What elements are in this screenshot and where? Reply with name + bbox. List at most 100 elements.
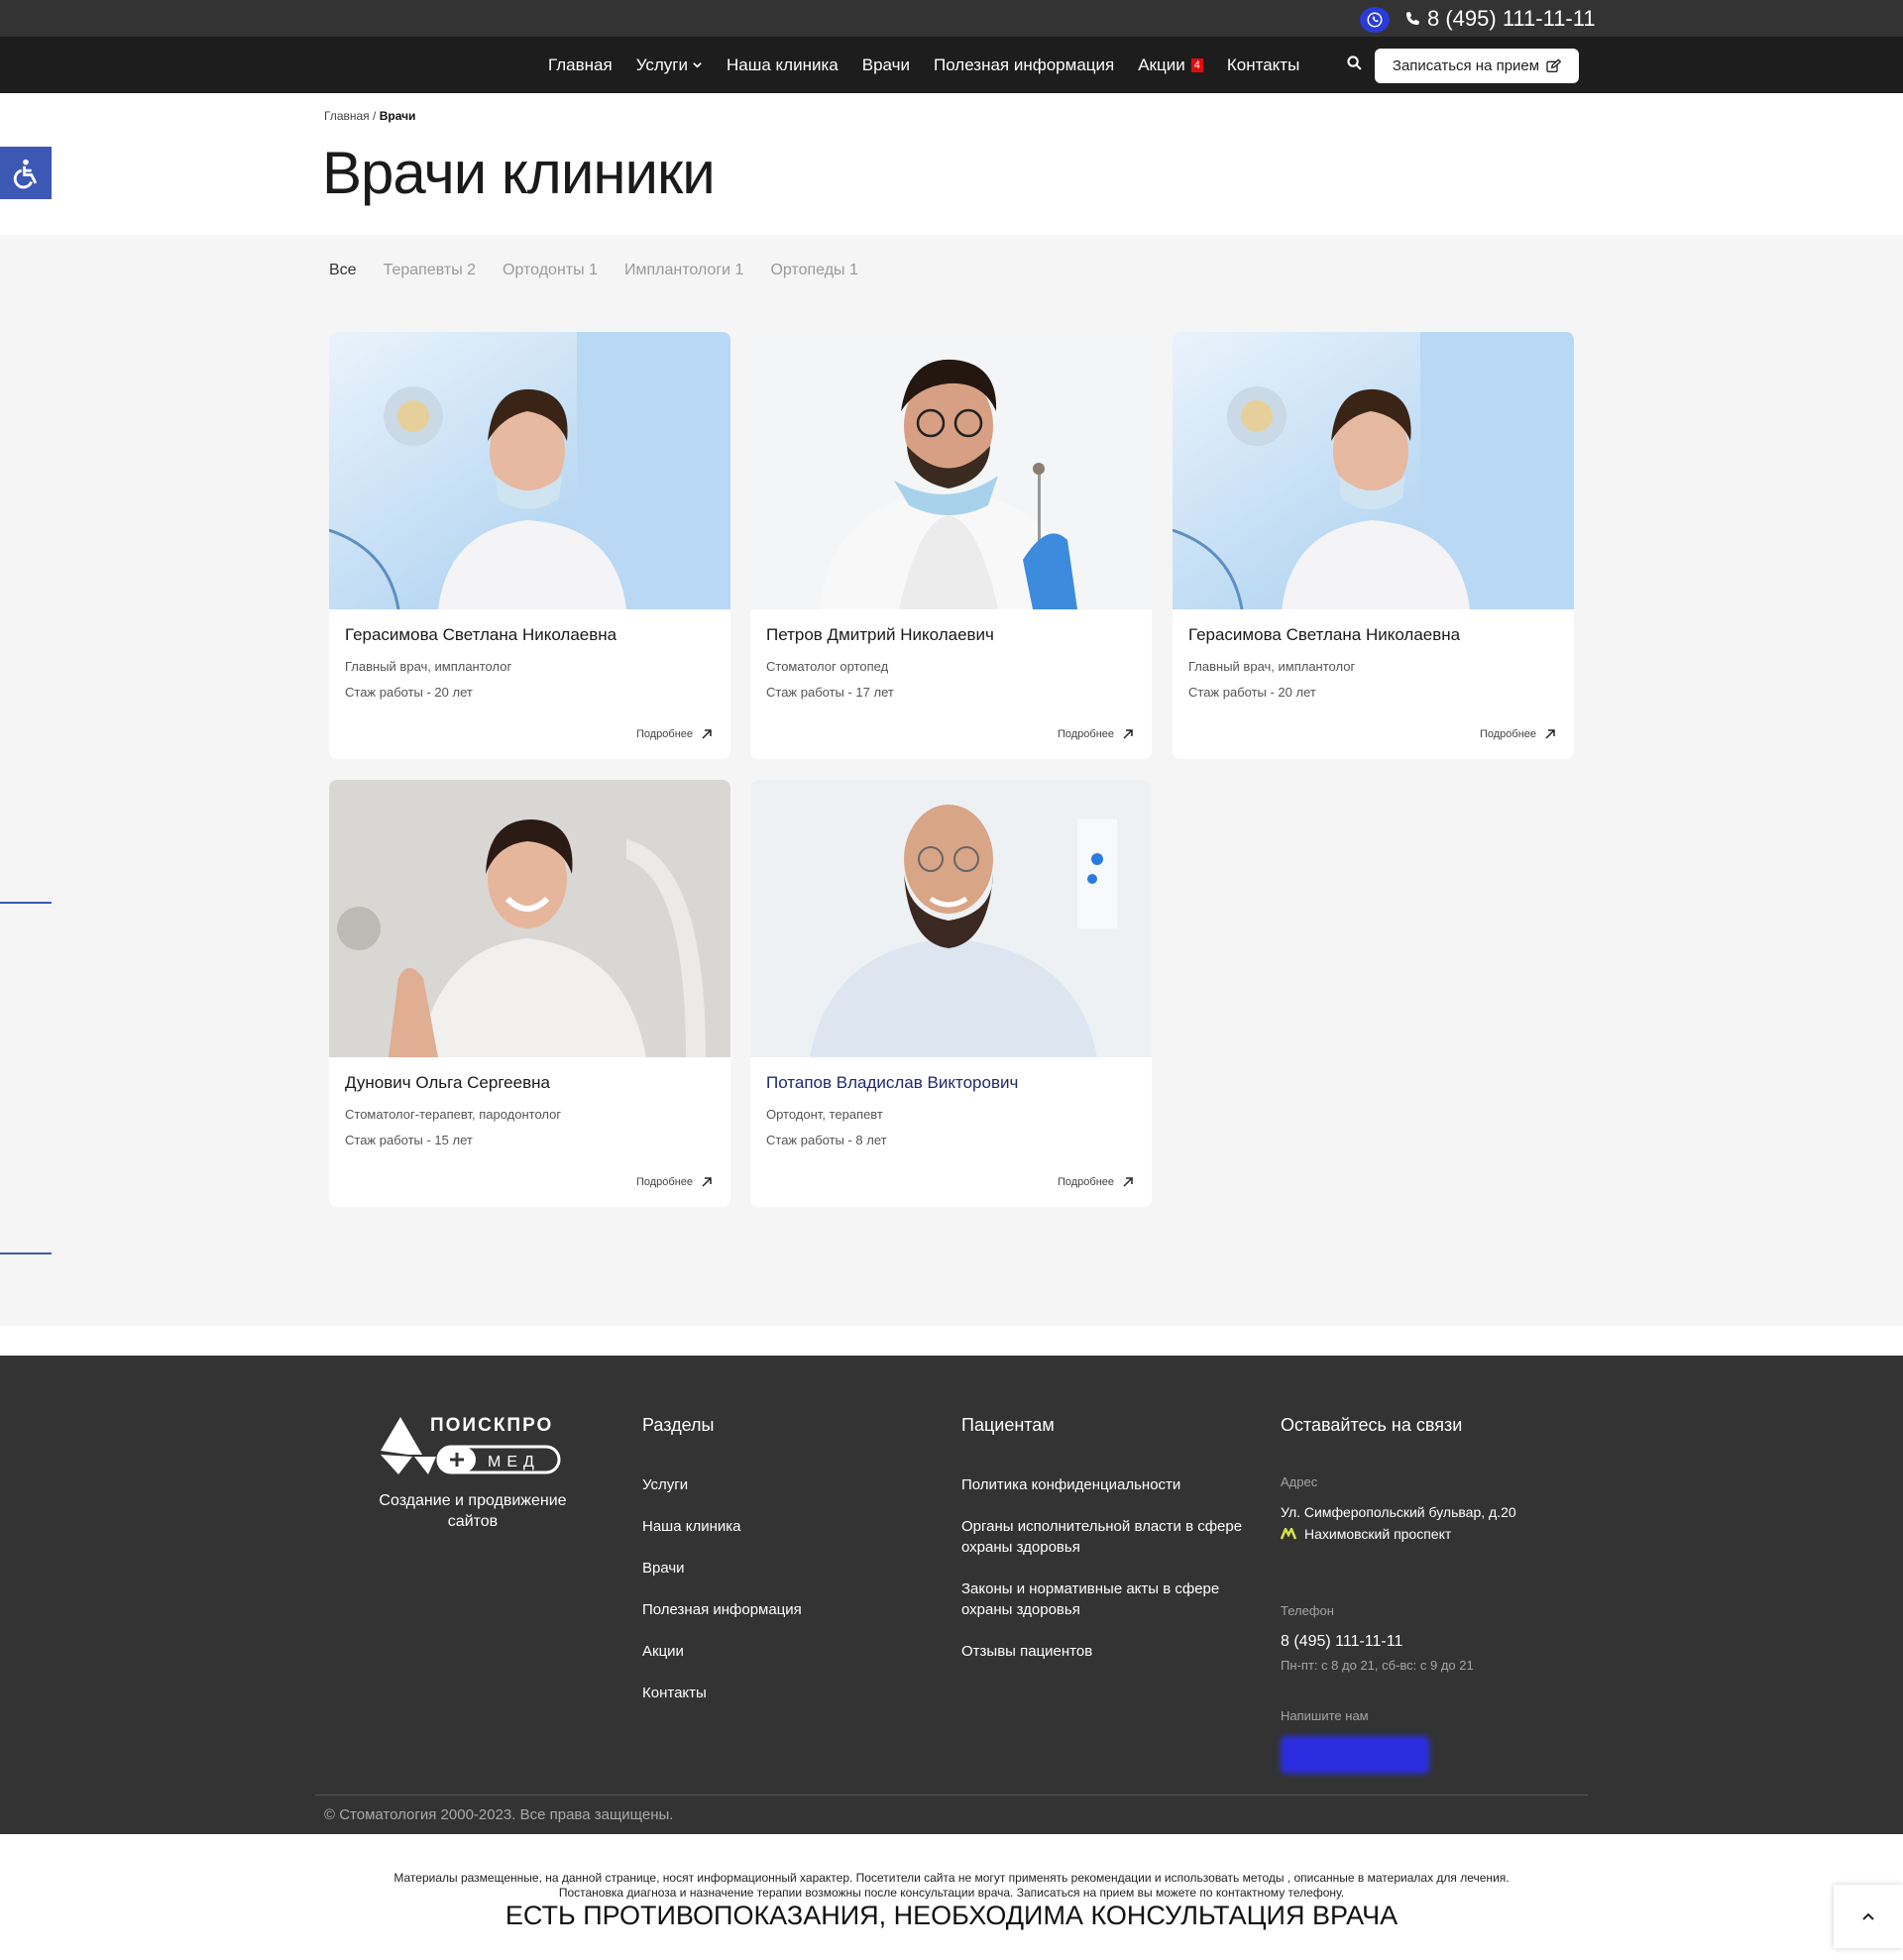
- edit-icon: [1546, 57, 1562, 72]
- working-hours: Пн-пт: с 8 до 21, сб-вс: с 9 до 21: [1281, 1658, 1474, 1673]
- nav-item-home[interactable]: Главная: [548, 55, 613, 75]
- doctor-card[interactable]: Дунович Ольга Сергеевна Стоматолог-терап…: [329, 780, 730, 1207]
- doctor-experience: Стаж работы - 8 лет: [766, 1133, 887, 1147]
- write-us-label: Напишите нам: [1281, 1708, 1369, 1723]
- doctor-name[interactable]: Герасимова Светлана Николаевна: [1188, 625, 1460, 645]
- side-divider-line: [0, 902, 52, 904]
- metro-icon: [1281, 1528, 1296, 1540]
- metro-station: Нахимовский проспект: [1281, 1526, 1451, 1542]
- breadcrumb-home[interactable]: Главная: [324, 109, 370, 123]
- nav-item-label: Акции: [1138, 54, 1185, 74]
- arrow-up-right-icon: [1123, 729, 1133, 739]
- doctor-role: Стоматолог-терапевт, пародонтолог: [345, 1107, 562, 1122]
- footer-link-reviews[interactable]: Отзывы пациентов: [961, 1641, 1269, 1662]
- logo-sub: МЕД: [488, 1454, 540, 1470]
- arrow-up-right-icon: [1123, 1177, 1133, 1187]
- doctor-more-link[interactable]: Подробнее: [636, 1176, 713, 1188]
- chevron-up-icon: [1862, 1912, 1874, 1920]
- promo-count-badge: 4: [1190, 57, 1203, 72]
- doctor-photo: [329, 780, 730, 1057]
- more-link-label: Подробнее: [635, 1176, 693, 1188]
- doctor-card[interactable]: Потапов Владислав Викторович Ортодонт, т…: [750, 780, 1152, 1207]
- footer-link-authorities[interactable]: Органы исполнительной власти в сфере охр…: [961, 1516, 1269, 1558]
- footer-divider: [315, 1795, 1588, 1796]
- accessibility-button[interactable]: [0, 147, 52, 199]
- footer-sections-title: Разделы: [642, 1415, 715, 1435]
- arrow-up-right-icon: [702, 729, 712, 739]
- doctor-name[interactable]: Потапов Владислав Викторович: [766, 1073, 1018, 1093]
- top-bar: 8 (495) 111-11-11: [0, 0, 1903, 37]
- filter-tab-implantologists[interactable]: Имплантологи 1: [624, 262, 743, 279]
- disclaimer-line: Постановка диагноза и назначение терапии…: [558, 1886, 1345, 1900]
- nav-menu: Главная Услуги Наша клиника Врачи Полезн…: [548, 37, 1323, 93]
- medical-disclaimer: Материалы размещенные, на данной страниц…: [0, 1871, 1903, 1901]
- filter-tab-therapists[interactable]: Терапевты 2: [384, 262, 476, 279]
- breadcrumb: Главная / Врачи: [324, 109, 415, 123]
- site-footer: ПОИСКПРО МЕД Создание и продвижение сайт…: [0, 1356, 1903, 1834]
- whatsapp-chat-button[interactable]: [1281, 1736, 1429, 1774]
- footer-tagline: Создание и продвижение сайтов: [379, 1492, 567, 1530]
- nav-item-promotions[interactable]: Акции 4: [1138, 55, 1203, 75]
- chevron-down-icon: [693, 62, 702, 68]
- footer-link-privacy[interactable]: Политика конфиденциальности: [961, 1474, 1269, 1495]
- doctor-more-link[interactable]: Подробнее: [1058, 728, 1134, 740]
- scroll-to-top-button[interactable]: [1834, 1885, 1903, 1948]
- footer-logo[interactable]: ПОИСКПРО МЕД: [379, 1411, 562, 1481]
- breadcrumb-separator: /: [373, 109, 377, 123]
- doctor-more-link[interactable]: Подробнее: [1480, 728, 1556, 740]
- side-divider-line: [0, 1252, 52, 1254]
- footer-link-clinic[interactable]: Наша клиника: [642, 1516, 740, 1537]
- doctor-role: Главный врач, имплантолог: [1188, 659, 1356, 674]
- footer-link-doctors[interactable]: Врачи: [642, 1558, 685, 1579]
- footer-contact-title: Оставайтесь на связи: [1281, 1415, 1463, 1435]
- metro-name: Нахимовский проспект: [1304, 1526, 1452, 1542]
- page-title: Врачи клиники: [322, 140, 716, 206]
- nav-item-clinic[interactable]: Наша клиника: [727, 55, 839, 75]
- header-phone-number[interactable]: 8 (495) 111-11-11: [1427, 6, 1596, 32]
- main-nav: Главная Услуги Наша клиника Врачи Полезн…: [0, 37, 1903, 93]
- footer-link-contacts[interactable]: Контакты: [642, 1683, 707, 1703]
- doctor-name[interactable]: Дунович Ольга Сергеевна: [345, 1073, 550, 1093]
- book-appointment-label: Записаться на прием: [1392, 57, 1540, 74]
- footer-link-promotions[interactable]: Акции: [642, 1641, 684, 1662]
- wheelchair-icon: [13, 159, 38, 188]
- doctor-experience: Стаж работы - 15 лет: [345, 1133, 473, 1147]
- more-link-label: Подробнее: [1057, 1176, 1114, 1188]
- phone-label: Телефон: [1281, 1603, 1334, 1618]
- doctor-filter-tabs: Все Терапевты 2 Ортодонты 1 Имплантологи…: [329, 262, 885, 279]
- nav-item-info[interactable]: Полезная информация: [934, 55, 1114, 75]
- footer-link-services[interactable]: Услуги: [642, 1474, 688, 1495]
- doctor-role: Ортодонт, терапевт: [766, 1107, 883, 1122]
- doctor-experience: Стаж работы - 17 лет: [766, 685, 894, 700]
- nav-item-doctors[interactable]: Врачи: [862, 55, 910, 75]
- filter-tab-orthodontists[interactable]: Ортодонты 1: [503, 262, 598, 279]
- doctor-name[interactable]: Петров Дмитрий Николаевич: [766, 625, 994, 645]
- footer-link-laws[interactable]: Законы и нормативные акты в сфере охраны…: [961, 1579, 1269, 1620]
- filter-tab-orthopedists[interactable]: Ортопеды 1: [770, 262, 857, 279]
- copyright: © Стоматология 2000-2023. Все права защи…: [324, 1806, 674, 1823]
- nav-item-label: Врачи: [861, 54, 910, 74]
- arrow-up-right-icon: [1545, 729, 1555, 739]
- doctor-card[interactable]: Герасимова Светлана Николаевна Главный в…: [1173, 332, 1574, 759]
- header-phone[interactable]: 8 (495) 111-11-11: [1403, 6, 1596, 32]
- doctor-more-link[interactable]: Подробнее: [1058, 1176, 1134, 1188]
- book-appointment-button[interactable]: Записаться на прием: [1375, 49, 1579, 83]
- disclaimer-line: Материалы размещенные, на данной страниц…: [393, 1871, 1510, 1885]
- nav-item-services[interactable]: Услуги: [636, 55, 703, 75]
- search-icon[interactable]: [1346, 54, 1363, 76]
- doctor-name[interactable]: Герасимова Светлана Николаевна: [345, 625, 616, 645]
- address-label: Адрес: [1281, 1474, 1318, 1489]
- doctor-more-link[interactable]: Подробнее: [636, 728, 713, 740]
- footer-phone[interactable]: 8 (495) 111-11-11: [1281, 1633, 1402, 1651]
- doctor-card[interactable]: Герасимова Светлана Николаевна Главный в…: [329, 332, 730, 759]
- more-link-label: Подробнее: [1057, 728, 1114, 740]
- doctor-card[interactable]: Петров Дмитрий Николаевич Стоматолог орт…: [750, 332, 1152, 759]
- filter-tab-all[interactable]: Все: [329, 262, 357, 279]
- more-link-label: Подробнее: [1479, 728, 1536, 740]
- logo-name: ПОИСКПРО: [430, 1415, 553, 1436]
- nav-item-contacts[interactable]: Контакты: [1227, 55, 1299, 75]
- nav-item-label: Контакты: [1226, 54, 1300, 74]
- footer-link-info[interactable]: Полезная информация: [642, 1599, 802, 1620]
- arrow-up-right-icon: [702, 1177, 712, 1187]
- whatsapp-icon[interactable]: [1360, 7, 1390, 33]
